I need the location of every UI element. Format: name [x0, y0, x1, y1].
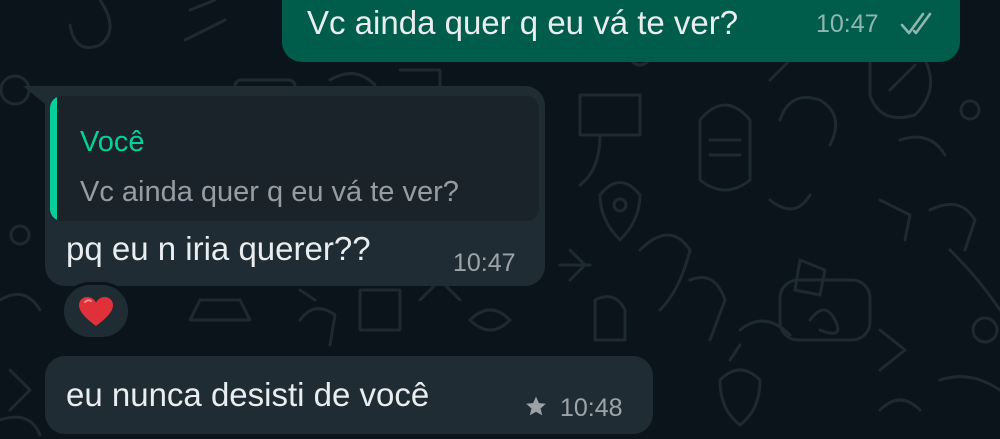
message-text: eu nunca desisti de você	[66, 376, 430, 413]
outgoing-message-bubble[interactable]: Vc ainda quer q eu vá te ver? 10:47	[282, 0, 960, 62]
message-time: 10:47	[453, 249, 516, 277]
reaction-badge[interactable]	[61, 282, 131, 340]
message-time: 10:48	[560, 394, 623, 422]
message-text: Vc ainda quer q eu vá te ver?	[307, 4, 739, 41]
quoted-reply[interactable]: Você Vc ainda quer q eu vá te ver?	[50, 96, 539, 221]
double-check-icon	[900, 12, 938, 41]
bubble-tail	[23, 86, 45, 104]
quote-accent-bar	[50, 96, 57, 221]
incoming-message-bubble[interactable]: eu nunca desisti de você 10:48	[45, 356, 653, 434]
quoted-author: Você	[80, 126, 145, 158]
incoming-message-bubble[interactable]: Você Vc ainda quer q eu vá te ver? pq eu…	[45, 86, 545, 286]
message-text: pq eu n iria querer??	[66, 230, 371, 267]
heart-emoji-icon	[79, 297, 113, 326]
message-time: 10:47	[816, 10, 879, 38]
star-icon	[523, 394, 549, 424]
quoted-text: Vc ainda quer q eu vá te ver?	[80, 176, 459, 208]
